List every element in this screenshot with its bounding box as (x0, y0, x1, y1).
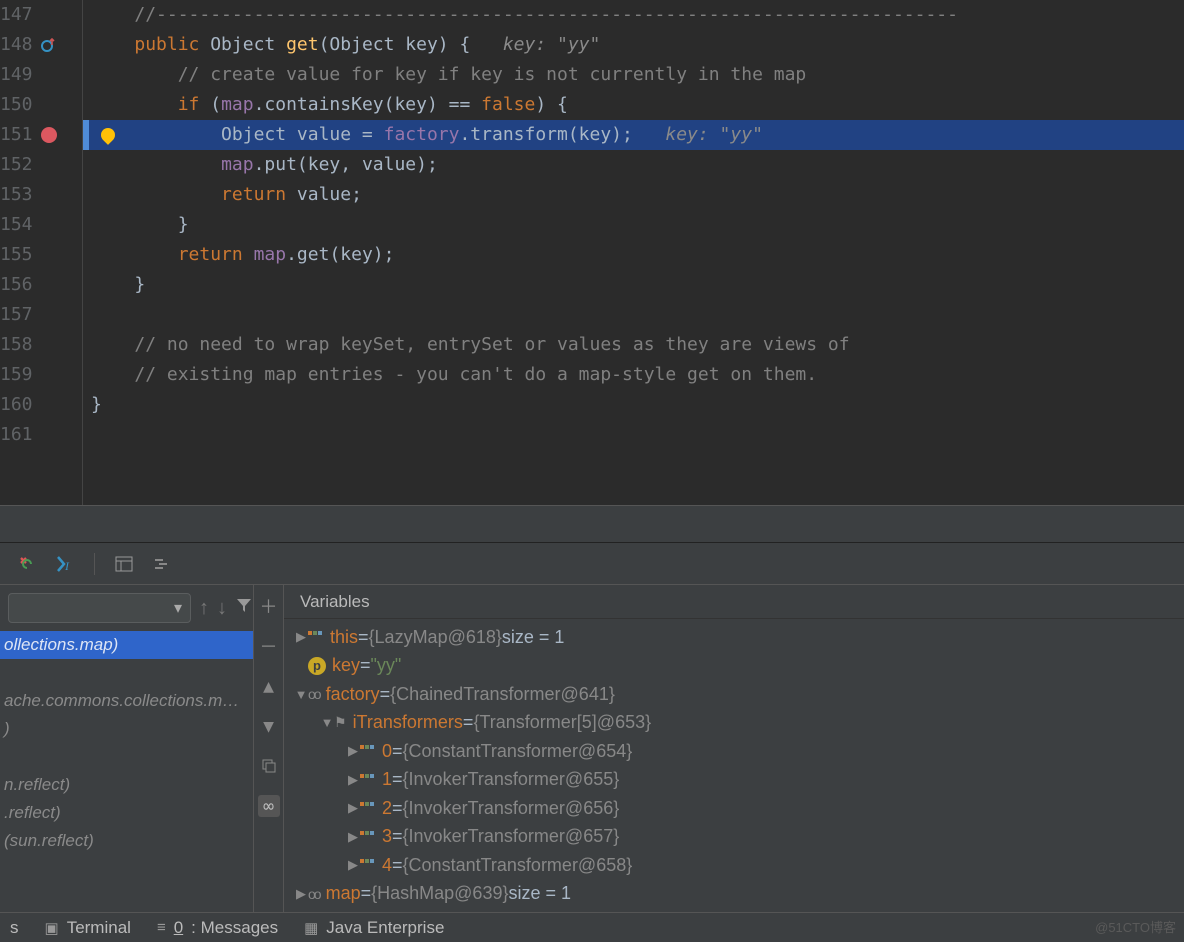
status-item-s[interactable]: s (10, 918, 19, 938)
line-number-gutter: 1471481491501511521531541551561571581591… (0, 0, 35, 505)
frame-item[interactable] (0, 743, 253, 771)
move-down-icon[interactable]: ▼ (258, 715, 280, 737)
variable-row[interactable]: ▼⚑iTransformers = {Transformer[5]@653} (284, 709, 1184, 738)
copy-icon[interactable] (258, 755, 280, 777)
variables-title: Variables (284, 585, 1184, 619)
watermark: @51CTO博客 (1095, 917, 1176, 936)
frame-down-icon[interactable]: ↓ (217, 597, 227, 620)
frames-panel: ▾ ↑ ↓ ollections.map) ache.commons.collec… (0, 585, 254, 915)
remove-watch-icon[interactable]: － (258, 635, 280, 657)
variable-row[interactable]: ▶this = {LazyMap@618} size = 1 (284, 623, 1184, 652)
stop-rerun-icon[interactable]: I (56, 555, 74, 573)
debug-panel: ▾ ↑ ↓ ollections.map) ache.commons.collec… (0, 585, 1184, 915)
move-up-icon[interactable]: ▲ (258, 675, 280, 697)
messages-tab[interactable]: ≡0: Messages (157, 918, 278, 938)
frame-item[interactable]: n.reflect) (0, 771, 253, 799)
panel-divider[interactable] (0, 505, 1184, 543)
frame-item[interactable]: ollections.map) (0, 631, 253, 659)
frames-list[interactable]: ollections.map) ache.commons.collections.… (0, 631, 253, 855)
messages-icon: ≡ (157, 919, 166, 936)
variable-row[interactable]: ▼oofactory = {ChainedTransformer@641} (284, 680, 1184, 709)
frame-item[interactable]: (sun.reflect) (0, 827, 253, 855)
restart-icon[interactable] (18, 555, 36, 573)
frames-header: ▾ ↑ ↓ (0, 585, 253, 631)
variables-panel: Variables ▶this = {LazyMap@618} size = 1… (284, 585, 1184, 915)
settings-icon[interactable] (153, 555, 171, 573)
terminal-tab[interactable]: ▣Terminal (45, 918, 131, 938)
variable-row[interactable]: ▶1 = {InvokerTransformer@655} (284, 766, 1184, 795)
glasses-icon[interactable]: ∞ (258, 795, 280, 817)
toolbar-separator (94, 553, 95, 575)
gutter-icons (35, 0, 65, 505)
frame-item[interactable]: ache.commons.collections.m… (0, 687, 253, 715)
variable-row[interactable]: pkey = "yy" (284, 652, 1184, 681)
enterprise-icon: ▦ (304, 919, 318, 937)
variables-toolbar: ＋ － ▲ ▼ ∞ (254, 585, 284, 915)
code-editor[interactable]: 1471481491501511521531541551561571581591… (0, 0, 1184, 505)
code-area[interactable]: //--------------------------------------… (83, 0, 1184, 505)
add-watch-icon[interactable]: ＋ (258, 595, 280, 617)
fold-gutter (65, 0, 83, 505)
frame-up-icon[interactable]: ↑ (199, 597, 209, 620)
svg-text:I: I (64, 559, 70, 573)
variable-row[interactable]: ▶2 = {InvokerTransformer@656} (284, 794, 1184, 823)
layout-icon[interactable] (115, 555, 133, 573)
variable-row[interactable]: ▶0 = {ConstantTransformer@654} (284, 737, 1184, 766)
java-enterprise-tab[interactable]: ▦Java Enterprise (304, 918, 444, 938)
variable-row[interactable]: ▶oomap = {HashMap@639} size = 1 (284, 880, 1184, 909)
variable-row[interactable]: ▶4 = {ConstantTransformer@658} (284, 851, 1184, 880)
debug-toolbar: I (0, 543, 1184, 585)
variable-row[interactable]: ▶3 = {InvokerTransformer@657} (284, 823, 1184, 852)
thread-selector[interactable]: ▾ (8, 593, 191, 623)
frame-item[interactable]: ) (0, 715, 253, 743)
status-bar: s ▣Terminal ≡0: Messages ▦Java Enterpris… (0, 912, 1184, 942)
terminal-icon: ▣ (45, 919, 59, 937)
frame-filter-icon[interactable] (235, 596, 253, 620)
variables-tree[interactable]: ▶this = {LazyMap@618} size = 1pkey = "yy… (284, 619, 1184, 908)
frame-item[interactable] (0, 659, 253, 687)
frame-item[interactable]: .reflect) (0, 799, 253, 827)
